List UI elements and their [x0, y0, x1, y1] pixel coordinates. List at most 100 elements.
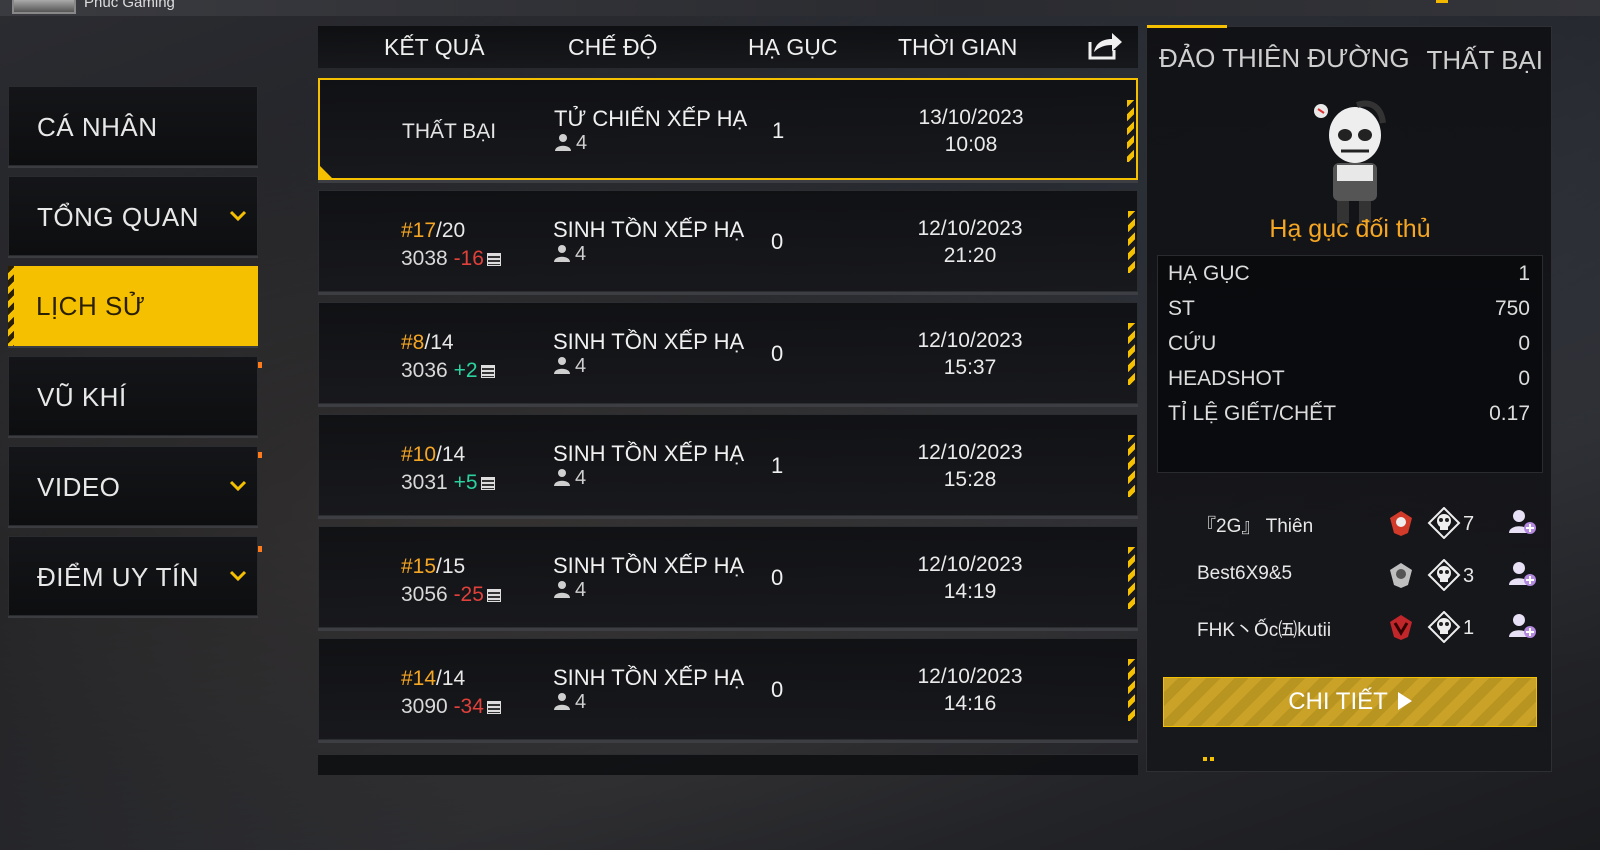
add-friend-icon[interactable] — [1507, 559, 1537, 589]
match-kills: 0 — [771, 229, 784, 254]
row-stripe — [1128, 547, 1135, 609]
match-kills: 1 — [771, 453, 784, 478]
match-datetime: 12/10/2023 14:16 — [885, 663, 1055, 717]
match-row[interactable]: #10/14 3031 +5 SINH TỒN XẾP HẠ 4 1 12/10… — [318, 414, 1138, 516]
menu-item-weapons[interactable]: VŨ KHÍ — [8, 356, 258, 436]
stat-label: HẠ GỤC — [1168, 262, 1250, 285]
teammate-name: 『2G』 Thiên — [1197, 516, 1314, 537]
match-row[interactable]: #15/15 3056 -25 SINH TỒN XẾP HẠ 4 0 12/1… — [318, 526, 1138, 628]
map-name: ĐẢO THIÊN ĐƯỜNG — [1159, 43, 1410, 73]
team-size-value: 4 — [575, 467, 587, 489]
table-header: KẾT QUẢ CHẾ ĐỘ HẠ GỤC THỜI GIAN — [318, 26, 1138, 68]
rank-badge-icon — [1390, 615, 1412, 640]
stat-row-headshot: HEADSHOT 0 — [1168, 367, 1530, 391]
match-mode: SINH TỒN XẾP HẠ — [553, 441, 745, 466]
points-value: 3038 — [401, 247, 448, 270]
match-rank: #15/15 — [401, 555, 465, 579]
player-icon — [554, 357, 570, 374]
list-icon[interactable] — [486, 253, 501, 266]
match-date: 12/10/2023 — [917, 665, 1023, 688]
killer-caption: Hạ gục đối thủ — [1269, 215, 1431, 243]
add-friend-icon[interactable] — [1507, 611, 1537, 641]
rank-badge-icon — [1390, 511, 1412, 536]
match-time: 14:19 — [943, 580, 997, 603]
skull-kills-icon — [1427, 559, 1461, 591]
team-size-value: 4 — [575, 355, 587, 377]
share-icon[interactable] — [1084, 30, 1124, 62]
rank-points: 3056 -25 — [401, 583, 501, 607]
stat-label: TỈ LỆ GIẾT/CHẾT — [1168, 402, 1337, 425]
match-date: 12/10/2023 — [917, 553, 1023, 576]
match-datetime: 12/10/2023 15:28 — [885, 439, 1055, 493]
row-stripe — [1128, 323, 1135, 385]
skull-kills-icon — [1427, 611, 1461, 643]
list-icon[interactable] — [480, 365, 495, 378]
match-time: 15:37 — [943, 356, 997, 379]
match-time: 10:08 — [944, 133, 998, 156]
column-header-time: THỜI GIAN — [898, 34, 1018, 60]
menu-item-label: VŨ KHÍ — [37, 382, 127, 412]
team-size: 4 — [553, 355, 586, 378]
match-row[interactable]: #17/20 3038 -16 SINH TỒN XẾP HẠ 4 0 12/1… — [318, 190, 1138, 292]
menu-item-label: ĐIỂM UY TÍN — [37, 562, 200, 592]
rank-points: 3090 -34 — [401, 695, 501, 719]
match-kills: 0 — [771, 341, 784, 366]
player-icon — [554, 581, 570, 598]
match-detail-panel: ĐẢO THIÊN ĐƯỜNG THẤT BẠI Hạ gục đối thủ … — [1146, 25, 1553, 772]
player-icon — [554, 245, 570, 262]
stat-row-damage: ST 750 — [1168, 297, 1530, 321]
row-stripe — [1127, 100, 1134, 162]
menu-item-overview[interactable]: TỔNG QUAN — [8, 176, 258, 256]
match-date: 12/10/2023 — [917, 329, 1023, 352]
menu-item-label: TỔNG QUAN — [37, 202, 199, 232]
match-date: 12/10/2023 — [917, 217, 1023, 240]
match-mode: SINH TỒN XẾP HẠ — [553, 329, 745, 354]
rank-total: /14 — [424, 331, 454, 354]
list-icon[interactable] — [486, 589, 501, 602]
row-stripe — [1128, 211, 1135, 273]
teammate-row[interactable]: Best6X9&5 3 — [1147, 555, 1553, 595]
teammate-kills: 3 — [1463, 565, 1475, 587]
points-value: 3090 — [401, 695, 448, 718]
menu-item-personal[interactable]: CÁ NHÂN — [8, 86, 258, 166]
match-row[interactable]: #8/14 3036 +2 SINH TỒN XẾP HẠ 4 0 12/10/… — [318, 302, 1138, 404]
match-time: 15:28 — [943, 468, 997, 491]
player-icon — [555, 134, 571, 151]
team-size: 4 — [553, 691, 586, 714]
match-mode: SINH TỒN XẾP HẠ — [553, 665, 745, 690]
details-button[interactable]: CHI TIẾT — [1163, 677, 1537, 727]
menu-item-label: CÁ NHÂN — [37, 112, 158, 142]
rank-position: #15 — [401, 555, 437, 578]
menu-item-video[interactable]: VIDEO — [8, 446, 258, 526]
column-header-result: KẾT QUẢ — [384, 34, 485, 60]
rank-points: 3031 +5 — [401, 471, 495, 495]
add-friend-icon[interactable] — [1507, 507, 1537, 537]
menu-item-history[interactable]: LỊCH SỬ — [8, 266, 258, 346]
stat-label: ST — [1168, 297, 1195, 320]
list-icon[interactable] — [486, 701, 501, 714]
match-rank: #14/14 — [401, 667, 465, 691]
team-size: 4 — [553, 579, 586, 602]
row-corner — [320, 166, 332, 178]
match-datetime: 12/10/2023 14:19 — [885, 551, 1055, 605]
column-header-mode: CHẾ ĐỘ — [568, 34, 658, 60]
stat-value: 0.17 — [1489, 402, 1530, 425]
rank-points: 3036 +2 — [401, 359, 495, 383]
teammate-row[interactable]: 『2G』 Thiên 7 — [1147, 503, 1553, 543]
player-avatar[interactable] — [12, 0, 76, 14]
menu-item-reputation[interactable]: ĐIỂM UY TÍN — [8, 536, 258, 616]
list-icon[interactable] — [480, 477, 495, 490]
stat-value: 0 — [1518, 367, 1530, 390]
points-delta: -34 — [453, 695, 484, 718]
player-name: Phúc Gaming — [84, 0, 175, 11]
teammate-row[interactable]: FHK丶Ốc㈤kutii 1 — [1147, 607, 1553, 647]
match-datetime: 12/10/2023 15:37 — [885, 327, 1055, 381]
player-icon — [554, 469, 570, 486]
match-row[interactable]: #14/14 3090 -34 SINH TỒN XẾP HẠ 4 0 12/1… — [318, 638, 1138, 740]
match-time: 21:20 — [943, 244, 997, 267]
match-row[interactable]: THẤT BẠI TỬ CHIẾN XẾP HẠ 4 1 13/10/2023 … — [318, 78, 1138, 180]
match-row-partial[interactable] — [318, 754, 1138, 775]
top-bar — [0, 0, 1600, 16]
teammate-name: FHK丶Ốc㈤kutii — [1197, 620, 1332, 641]
points-value: 3056 — [401, 583, 448, 606]
